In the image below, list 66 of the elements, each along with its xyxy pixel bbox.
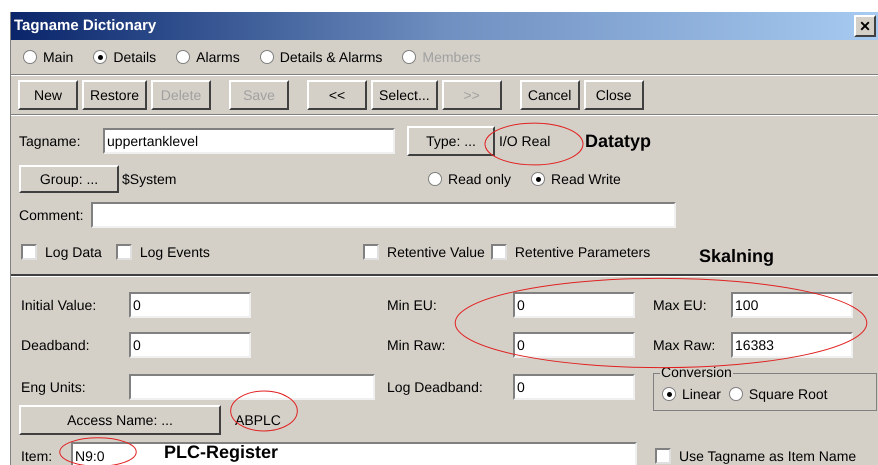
field-label: Min Raw: [387, 336, 446, 354]
conversion-option[interactable]: Linear [662, 384, 721, 404]
conversion-option[interactable]: Square Root [728, 384, 828, 404]
field-label: Initial Value: [21, 296, 98, 314]
toolbar-button[interactable]: Restore [82, 80, 148, 110]
input-field[interactable] [91, 202, 676, 228]
radio-button[interactable] [260, 50, 274, 64]
close-button[interactable]: × [854, 15, 876, 37]
toolbar-button[interactable]: Select... [371, 80, 438, 110]
radio-button[interactable] [662, 387, 676, 401]
group-button[interactable]: Group: ... [19, 165, 119, 193]
input-field[interactable] [129, 374, 375, 400]
view-option[interactable]: Details [93, 46, 156, 68]
input-field[interactable]: 16383 [731, 332, 853, 358]
checkbox[interactable] [490, 244, 507, 260]
radio-button[interactable] [176, 50, 190, 64]
field-label: Log Deadband: [387, 378, 484, 397]
highlight-ellipse [230, 390, 298, 432]
checkbox-option[interactable]: Retentive Parameters [490, 242, 650, 262]
checkbox-option[interactable]: Log Data [21, 242, 102, 262]
annotation-label: PLC-Register [164, 441, 278, 464]
field-label: Max Raw: [653, 336, 716, 354]
checkbox-option[interactable]: Use Tagname as Item Name [655, 446, 856, 465]
type-value: I/O Real [499, 132, 552, 150]
field-label: Eng Units: [21, 378, 87, 397]
toolbar-button[interactable]: Cancel [520, 80, 580, 110]
checkbox[interactable] [363, 244, 379, 260]
field-label: Min EU: [387, 296, 438, 314]
input-field[interactable]: 0 [513, 374, 635, 400]
toolbar-button[interactable]: Close [584, 80, 644, 110]
toolbar-button[interactable]: << [307, 80, 368, 110]
radio-button[interactable] [531, 172, 546, 186]
toolbar-button[interactable]: New [18, 80, 78, 110]
field-label: Deadband: [21, 336, 91, 354]
input-field[interactable]: 0 [129, 332, 251, 358]
radio-button[interactable] [428, 172, 442, 186]
input-field[interactable]: 0 [513, 332, 635, 358]
radio-button[interactable] [728, 387, 743, 401]
group-value: $System [122, 170, 178, 189]
input-field[interactable]: 0 [129, 292, 251, 318]
input-field[interactable]: 0 [513, 292, 635, 318]
radio-button[interactable] [93, 50, 108, 64]
window-title: Tagname Dictionary [14, 16, 156, 36]
input-field[interactable]: uppertanklevel [103, 128, 395, 154]
access-name-value: ABPLC [235, 410, 281, 430]
radio-button[interactable] [23, 50, 37, 64]
view-option[interactable]: Alarms [176, 46, 240, 68]
field-label: Item: [21, 446, 54, 465]
field-label: Max EU: [653, 296, 708, 314]
input-field[interactable]: 100 [731, 292, 853, 318]
access-option[interactable]: Read only [428, 168, 512, 190]
field-label: Tagname: [19, 132, 82, 151]
annotation-label: Skalning [699, 244, 774, 268]
field-label: Comment: [19, 206, 85, 224]
access-name-button[interactable]: Access Name: ... [19, 405, 221, 435]
view-option[interactable]: Main [23, 46, 74, 68]
view-option[interactable]: Details & Alarms [260, 46, 382, 68]
type-button[interactable]: Type: ... [407, 126, 495, 156]
checkbox-option[interactable]: Log Events [116, 242, 210, 262]
checkbox[interactable] [21, 244, 37, 260]
checkbox[interactable] [116, 244, 132, 260]
checkbox-option[interactable]: Retentive Value [363, 242, 485, 262]
group-title: Conversion [660, 364, 733, 380]
checkbox[interactable] [655, 448, 671, 464]
annotation-label: Datatyp [585, 130, 652, 153]
access-option[interactable]: Read Write [531, 168, 621, 190]
